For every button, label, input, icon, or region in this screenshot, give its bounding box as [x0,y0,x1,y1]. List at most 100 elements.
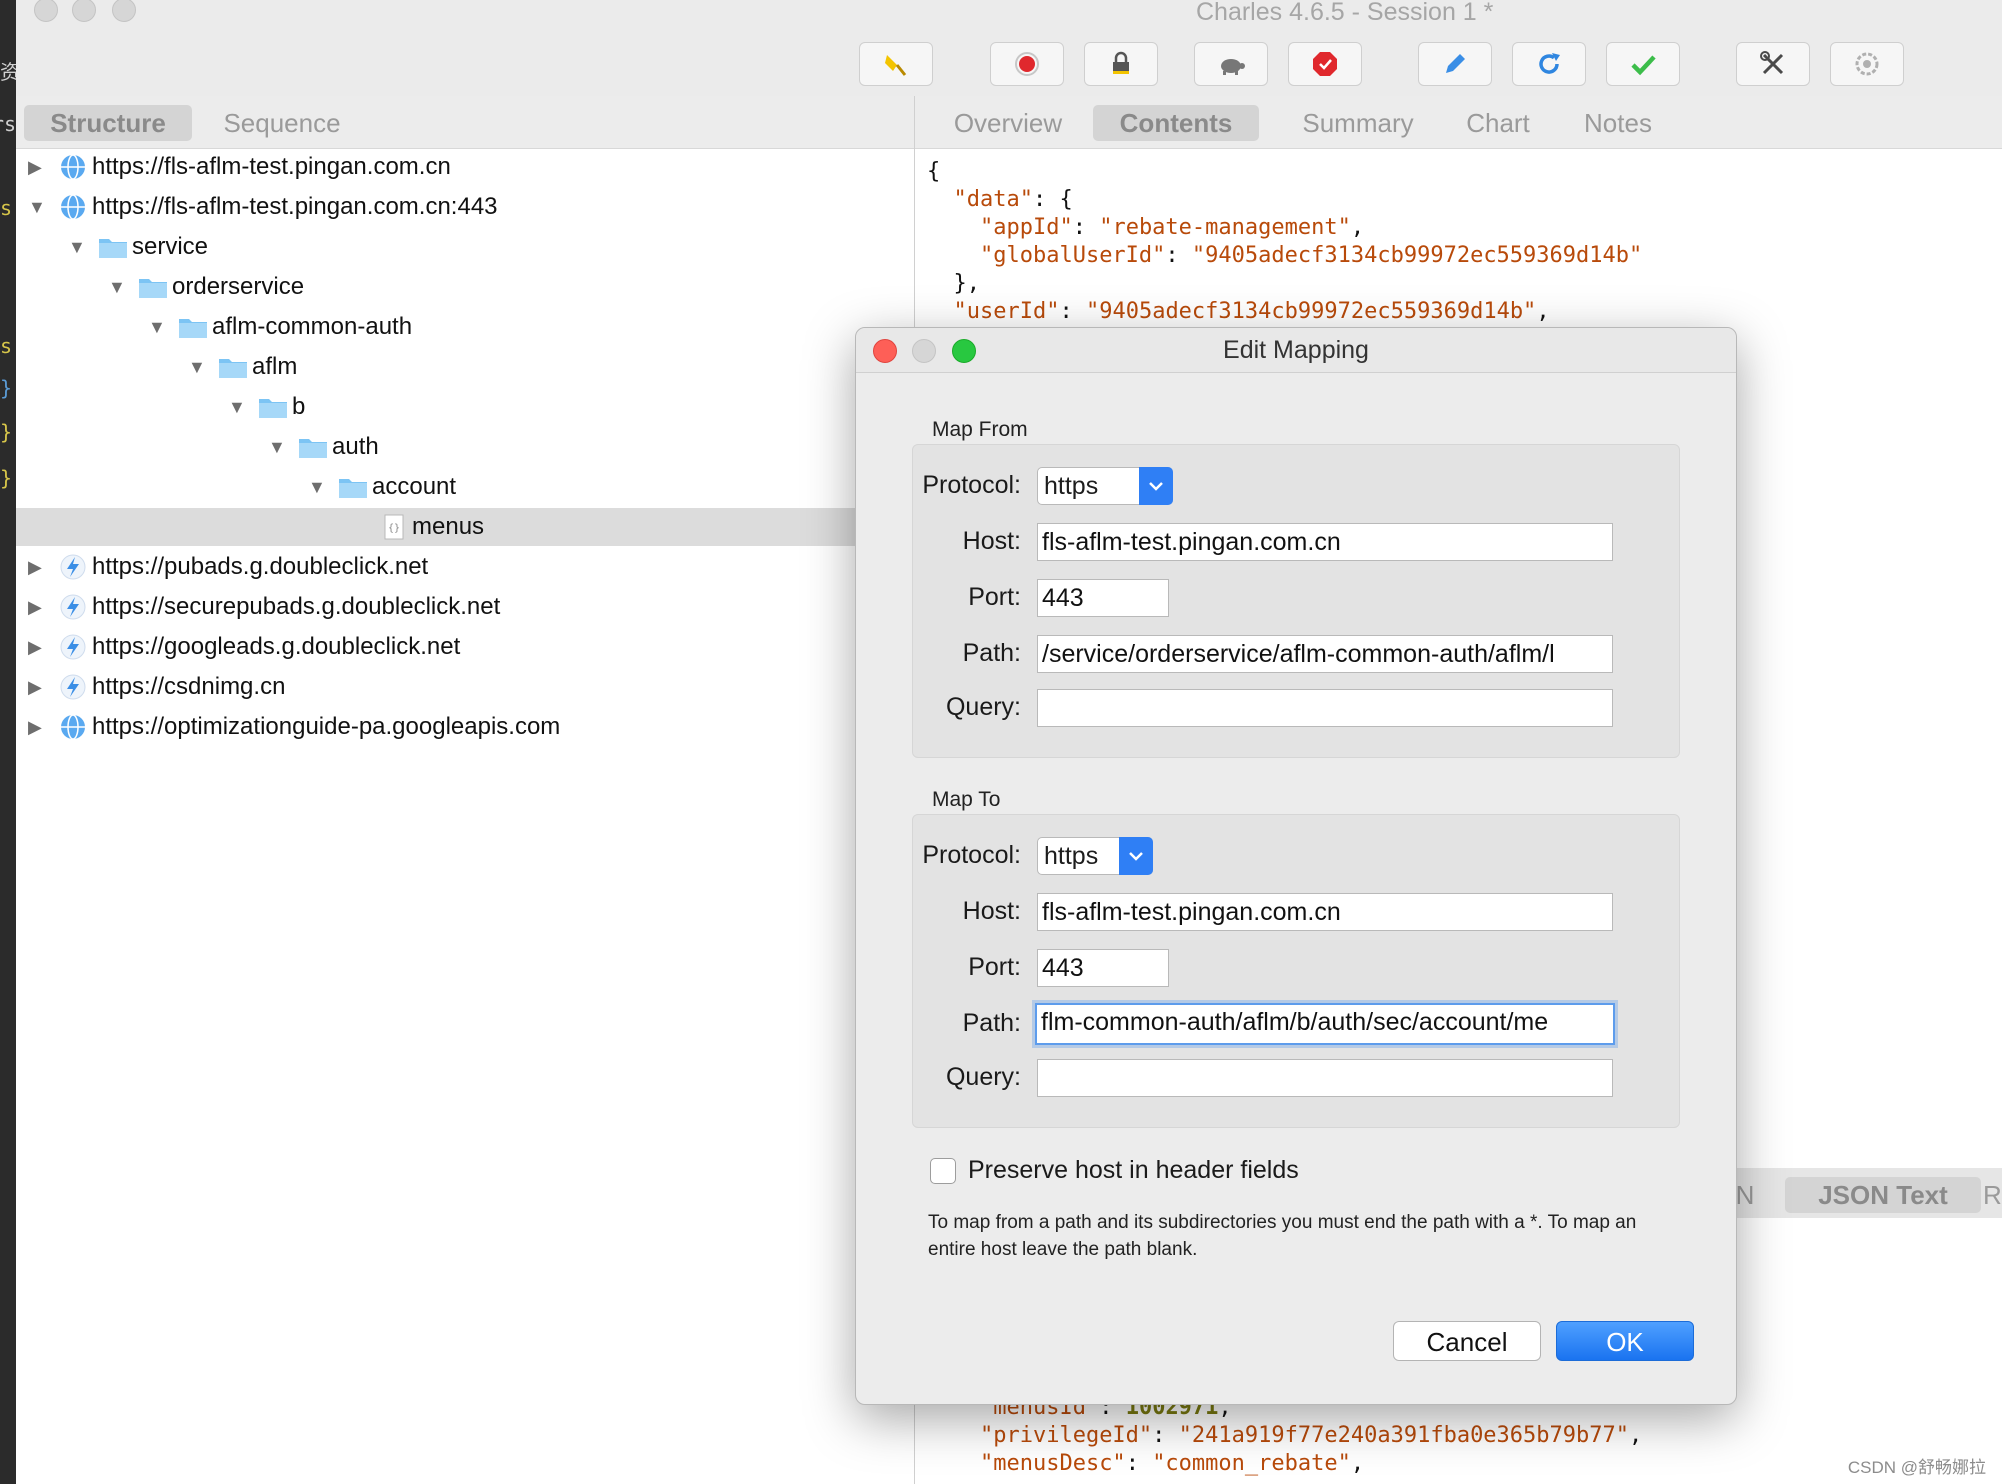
zoom-window-button[interactable] [112,0,136,22]
map-from-title: Map From [932,418,1028,441]
window-titlebar: Charles 4.6.5 - Session 1 * [16,0,2002,96]
disclosure-collapsed-icon[interactable]: ▶ [28,548,42,586]
tree-row[interactable]: ▼ orderservice [16,268,914,306]
tools-button[interactable] [1736,42,1810,86]
preserve-host-checkbox[interactable] [930,1158,956,1184]
stop-icon [1313,52,1337,76]
map-from-protocol-select[interactable]: https [1037,467,1173,505]
json-brace: }, [953,271,981,296]
tree-row-label: orderservice [172,273,305,300]
clear-session-button[interactable] [859,42,933,86]
cancel-button[interactable]: Cancel [1393,1321,1541,1361]
protocol-label: Protocol: [922,841,1021,869]
disclosure-expanded-icon[interactable]: ▼ [68,228,86,266]
tree-row[interactable]: {} menus [16,508,914,546]
json-key: "appId" [979,215,1073,240]
map-to-host-input[interactable]: fls-aflm-test.pingan.com.cn [1037,893,1613,931]
tab-partial-right[interactable]: R [1983,1177,2002,1213]
tab-partial-left[interactable]: N [1735,1177,1755,1213]
dialog-zoom-button[interactable] [952,339,976,363]
disclosure-collapsed-icon[interactable]: ▶ [28,668,42,706]
tree-row[interactable]: ▶ https://csdnimg.cn [16,668,914,706]
map-to-protocol-select[interactable]: https [1037,837,1153,875]
disclosure-expanded-icon[interactable]: ▼ [308,468,326,506]
validate-button[interactable] [1606,42,1680,86]
disclosure-expanded-icon[interactable]: ▼ [228,388,246,426]
map-to-port-input[interactable]: 443 [1037,949,1169,987]
pen-icon [1446,54,1465,73]
gutter-char: } [0,466,13,490]
tree-row[interactable]: ▶ https://optimizationguide-pa.googleapis… [16,708,914,746]
disclosure-expanded-icon[interactable]: ▼ [108,268,126,306]
json-value: "9405adecf3134cb99972ec559369d14b" [1191,243,1643,268]
tree-row[interactable]: ▼ b [16,388,914,426]
json-value: "9405adecf3134cb99972ec559369d14b" [1085,299,1537,324]
disclosure-collapsed-icon[interactable]: ▶ [28,588,42,626]
minimize-window-button[interactable] [72,0,96,22]
tree-row[interactable]: ▶ https://securepubads.g.doubleclick.net [16,588,914,626]
tree-row-label: b [292,393,306,420]
protocol-value: https [1044,842,1099,870]
json-value: "241a919f77e240a391fba0e365b79b77" [1178,1423,1630,1448]
map-to-path-input[interactable]: flm-common-auth/aflm/b/auth/sec/account/… [1035,1003,1615,1045]
host-label: Host: [962,897,1021,925]
settings-button[interactable] [1830,42,1904,86]
tab-overview[interactable]: Overview [945,105,1071,141]
lightning-icon [58,674,88,700]
tree-row[interactable]: ▼ aflm [16,348,914,386]
json-brace: { [927,159,941,184]
tree-row-label: aflm-common-auth [212,313,413,340]
close-window-button[interactable] [34,0,58,22]
ssl-proxy-button[interactable] [1084,42,1158,86]
disclosure-expanded-icon[interactable]: ▼ [148,308,166,346]
tree-row[interactable]: ▶ https://googleads.g.doubleclick.net [16,628,914,666]
path-label: Path: [962,639,1021,667]
tree-row[interactable]: ▶ https://pubads.g.doubleclick.net [16,548,914,586]
folder-icon [298,434,328,460]
record-button[interactable] [990,42,1064,86]
dialog-close-button[interactable] [873,339,897,363]
dialog-minimize-button[interactable] [912,339,936,363]
tree-row-label: menus [412,513,485,540]
json-key: "data" [953,187,1033,212]
folder-icon [138,274,168,300]
tab-summary[interactable]: Summary [1283,105,1433,141]
tree-row-label: https://optimizationguide-pa.googleapis.… [92,713,561,740]
map-from-port-input[interactable]: 443 [1037,579,1169,617]
tab-json-text[interactable]: JSON Text [1785,1177,1981,1213]
json-viewer-bottom: "menusId": 1002971, "privilegeId": "241a… [979,1395,1643,1476]
compose-button[interactable] [1418,42,1492,86]
tab-contents[interactable]: Contents [1093,105,1259,141]
tree-row[interactable]: ▼ aflm-common-auth [16,308,914,346]
map-from-group: Protocol: https Host: fls-aflm-test.ping… [912,444,1680,758]
tab-sequence[interactable]: Sequence [212,105,352,141]
map-to-query-input[interactable] [1037,1059,1613,1097]
tab-notes[interactable]: Notes [1571,105,1665,141]
map-from-query-input[interactable] [1037,689,1613,727]
disclosure-collapsed-icon[interactable]: ▶ [28,628,42,666]
tab-chart[interactable]: Chart [1453,105,1543,141]
tree-row[interactable]: ▶ https://fls-aflm-test.pingan.com.cn [16,148,914,186]
disclosure-collapsed-icon[interactable]: ▶ [28,148,42,186]
disclosure-expanded-icon[interactable]: ▼ [28,188,46,226]
tab-structure[interactable]: Structure [24,105,192,141]
throttle-button[interactable] [1194,42,1268,86]
disclosure-collapsed-icon[interactable]: ▶ [28,708,42,746]
ok-button[interactable]: OK [1556,1321,1694,1361]
tree-row[interactable]: ▼ https://fls-aflm-test.pingan.com.cn:443 [16,188,914,226]
json-key: "globalUserId" [979,243,1166,268]
lightning-icon [58,594,88,620]
tree-row[interactable]: ▼ auth [16,428,914,466]
map-from-path-input[interactable]: /service/orderservice/aflm-common-auth/a… [1037,635,1613,673]
tree-row[interactable]: ▼ account [16,468,914,506]
dialog-title: Edit Mapping [856,328,1736,373]
disclosure-expanded-icon[interactable]: ▼ [188,348,206,386]
tree-row-label: https://fls-aflm-test.pingan.com.cn:443 [92,193,498,220]
repeat-button[interactable] [1512,42,1586,86]
disclosure-expanded-icon[interactable]: ▼ [268,428,286,466]
breakpoints-button[interactable] [1288,42,1362,86]
map-from-host-input[interactable]: fls-aflm-test.pingan.com.cn [1037,523,1613,561]
tree-row-label: service [132,233,209,260]
chevron-down-icon [1119,837,1153,875]
tree-row[interactable]: ▼ service [16,228,914,266]
